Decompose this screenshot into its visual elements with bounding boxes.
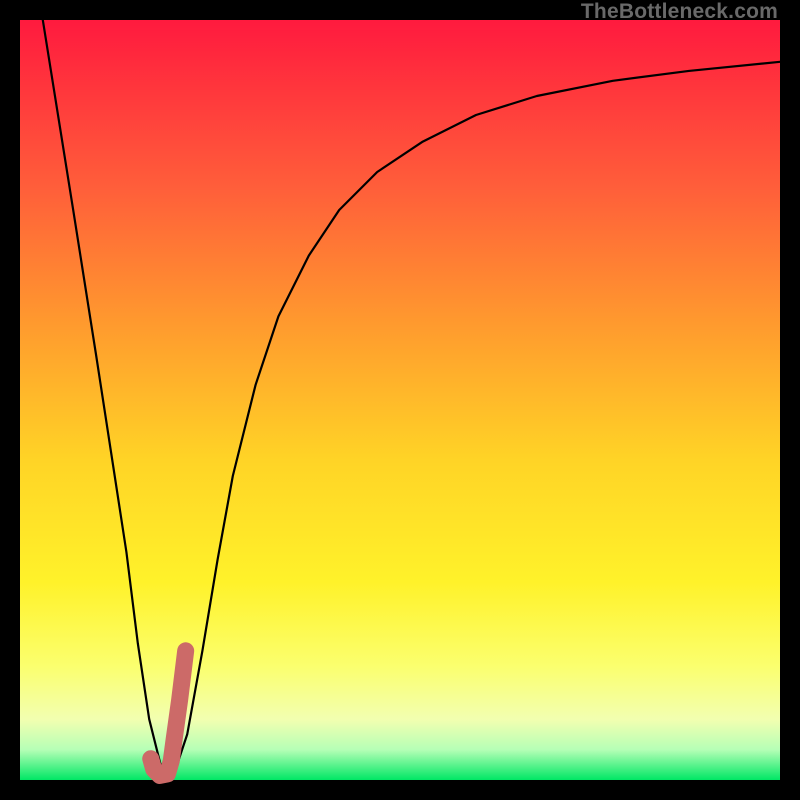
bottleneck-curve xyxy=(43,20,780,780)
chart-frame: TheBottleneck.com xyxy=(0,0,800,800)
curve-layer xyxy=(20,20,780,780)
watermark-text: TheBottleneck.com xyxy=(581,0,778,24)
